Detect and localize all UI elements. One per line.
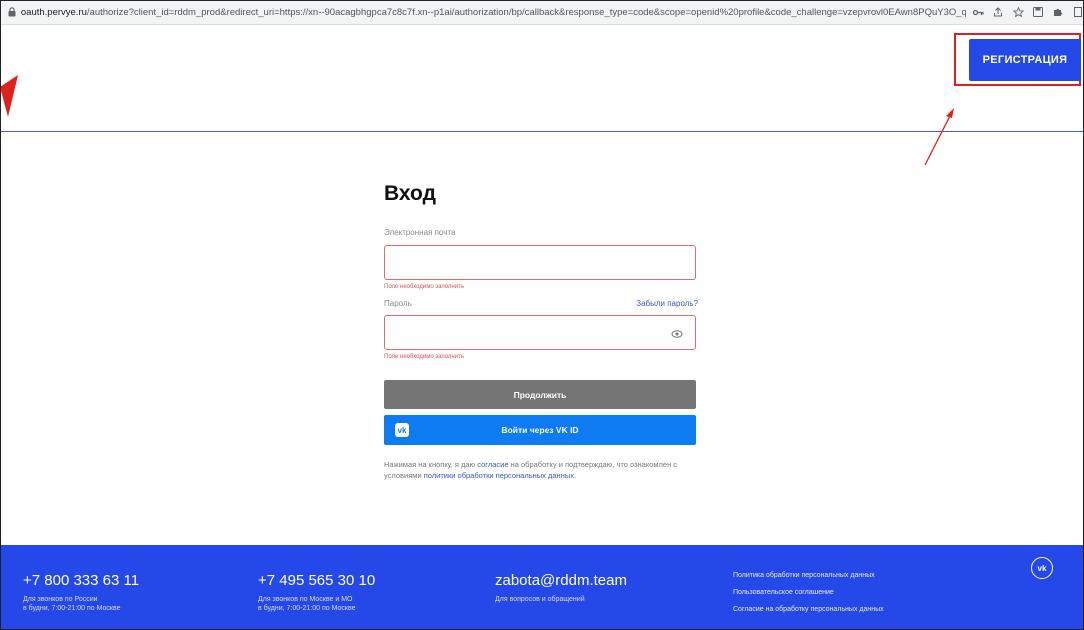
share-icon[interactable] (992, 6, 1004, 18)
lock-icon (6, 6, 18, 18)
vk-social-icon[interactable]: vk (1031, 557, 1053, 579)
email-error: Поле необходимо заполнить (384, 284, 464, 290)
logo[interactable] (0, 57, 18, 117)
footer-link-data-consent[interactable]: Согласие на обработку персональных данны… (733, 606, 884, 613)
sidepanel-icon[interactable] (1072, 6, 1084, 18)
vk-icon: vk (395, 423, 409, 437)
bookmark-star-icon[interactable] (1012, 6, 1024, 18)
phone-moscow-note-1: Для звонков по Москве и МО (258, 596, 353, 603)
register-button[interactable]: РЕГИСТРАЦИЯ (969, 39, 1081, 81)
vk-login-label: Войти через VK ID (501, 425, 579, 435)
continue-button[interactable]: Продолжить (384, 380, 696, 409)
password-field[interactable] (384, 315, 696, 350)
email-label: Электронная почта (384, 228, 456, 237)
footer-links: Политика обработки персональных данных П… (733, 572, 884, 623)
email-field[interactable] (384, 245, 696, 280)
privacy-policy-link[interactable]: политики обработки персональных данных (424, 471, 574, 480)
consent-part3: . (573, 471, 577, 480)
footer-link-privacy-policy[interactable]: Политика обработки персональных данных (733, 572, 884, 579)
footer-phone-moscow: +7 495 565 30 10 Для звонков по Москве и… (258, 572, 375, 613)
site-header (0, 25, 1084, 132)
consent-text: Нажимая на кнопку, я даю согласие на обр… (384, 459, 698, 481)
browser-address-bar[interactable]: oauth.pervye.ru/authorize?client_id=rddm… (0, 0, 1084, 25)
vk-login-button[interactable]: vk Войти через VK ID (384, 415, 696, 445)
phone-russia-note-2: в будни, 7:00-21:00 по Москве (23, 605, 121, 612)
url-field[interactable]: oauth.pervye.ru/authorize?client_id=rddm… (21, 7, 966, 18)
footer-email-block: zabota@rddm.team Для вопросов и обращени… (495, 572, 627, 604)
extensions-puzzle-icon[interactable] (1052, 6, 1064, 18)
consent-link[interactable]: согласие (477, 460, 508, 469)
key-icon[interactable] (972, 6, 984, 18)
show-password-eye-icon[interactable] (671, 327, 683, 339)
login-form: Вход Электронная почта Поле необходимо з… (384, 182, 698, 481)
footer-phone-russia: +7 800 333 63 11 Для звонков по России в… (23, 572, 139, 613)
phone-moscow-note-2: в будни, 7:00-21:00 по Москве (258, 605, 356, 612)
phone-russia-note-1: Для звонков по России (23, 596, 98, 603)
phone-russia[interactable]: +7 800 333 63 11 (23, 572, 139, 589)
consent-part1: Нажимая на кнопку, я даю (384, 460, 478, 469)
save-icon[interactable] (1032, 6, 1044, 18)
support-email[interactable]: zabota@rddm.team (495, 572, 627, 589)
password-error: Поле необходимо заполнить (384, 354, 464, 360)
url-path: /authorize?client_id=rddm_prod&redirect_… (86, 6, 966, 18)
url-host: oauth.pervye.ru (20, 6, 87, 18)
support-email-note: Для вопросов и обращений (495, 596, 585, 603)
forgot-password-link[interactable]: Забыли пароль? (636, 299, 698, 308)
phone-moscow[interactable]: +7 495 565 30 10 (258, 572, 375, 589)
password-label: Пароль (384, 299, 412, 308)
footer-link-user-agreement[interactable]: Пользовательское соглашение (733, 589, 884, 596)
page-title: Вход (384, 182, 436, 205)
site-footer: +7 800 333 63 11 Для звонков по России в… (0, 545, 1084, 630)
